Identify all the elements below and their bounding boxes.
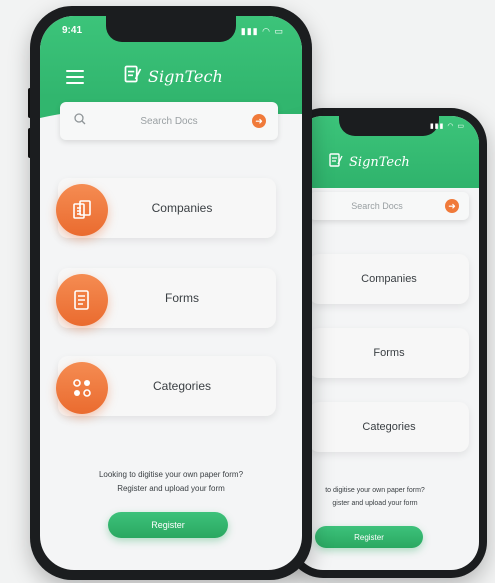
back-search-bar[interactable]: Search Docs ➜ bbox=[309, 192, 469, 220]
brand: SignTech bbox=[124, 64, 223, 89]
brand-logo-icon bbox=[124, 64, 142, 89]
back-register-button[interactable]: Register bbox=[315, 526, 423, 548]
back-notch bbox=[339, 116, 439, 136]
building-documents-icon bbox=[56, 184, 108, 236]
grid-dots-icon bbox=[56, 362, 108, 414]
front-phone-screen: 9:41 ▮▮▮ ◠ ▭ SignTech Search Docs ➜ Comp… bbox=[40, 16, 302, 570]
back-brand-name: SignTech bbox=[349, 155, 410, 170]
back-footer-text: to digitise your own paper form? gister … bbox=[295, 484, 455, 510]
register-button[interactable]: Register bbox=[108, 512, 228, 538]
menu-card-label: Companies bbox=[151, 201, 213, 215]
back-footer-line2: gister and upload your form bbox=[332, 500, 418, 507]
back-card-categories[interactable]: Categories bbox=[309, 402, 469, 452]
search-arrow-icon[interactable]: ➜ bbox=[252, 114, 266, 128]
footer-line1: Looking to digitise your own paper form? bbox=[98, 470, 244, 479]
menu-card-label: Categories bbox=[152, 379, 212, 393]
status-icons: ▮▮▮ ◠ ▭ bbox=[240, 26, 284, 36]
front-phone-frame: 9:41 ▮▮▮ ◠ ▭ SignTech Search Docs ➜ Comp… bbox=[30, 6, 312, 580]
back-card-forms[interactable]: Forms bbox=[309, 328, 469, 378]
back-search-arrow-icon[interactable]: ➜ bbox=[445, 199, 459, 213]
search-bar[interactable]: Search Docs ➜ bbox=[60, 102, 278, 140]
back-footer-line1: to digitise your own paper form? bbox=[325, 487, 425, 494]
back-brand: SignTech bbox=[329, 152, 410, 173]
menu-card-label: Forms bbox=[165, 291, 199, 305]
search-icon bbox=[74, 112, 86, 130]
document-icon bbox=[56, 274, 108, 326]
back-brand-logo-icon bbox=[329, 152, 343, 173]
footer-line2: Register and upload your form bbox=[117, 484, 225, 493]
back-card-label: Categories bbox=[362, 421, 416, 433]
footer-text: Looking to digitise your own paper form?… bbox=[40, 468, 302, 496]
search-placeholder: Search Docs bbox=[140, 115, 198, 127]
back-search-placeholder: Search Docs bbox=[351, 201, 403, 211]
back-phone-screen: ▮▮▮ ◠ ▭ SignTech Search Docs ➜ Companies… bbox=[295, 116, 479, 570]
back-phone-frame: ▮▮▮ ◠ ▭ SignTech Search Docs ➜ Companies… bbox=[287, 108, 487, 578]
back-card-label: Forms bbox=[373, 347, 405, 359]
back-card-label: Companies bbox=[361, 273, 417, 285]
status-time: 9:41 bbox=[62, 25, 83, 36]
front-notch bbox=[106, 16, 236, 42]
back-card-companies[interactable]: Companies bbox=[309, 254, 469, 304]
back-status-icons: ▮▮▮ ◠ ▭ bbox=[429, 123, 465, 130]
brand-name: SignTech bbox=[148, 67, 223, 86]
hamburger-menu-icon[interactable] bbox=[66, 70, 84, 88]
